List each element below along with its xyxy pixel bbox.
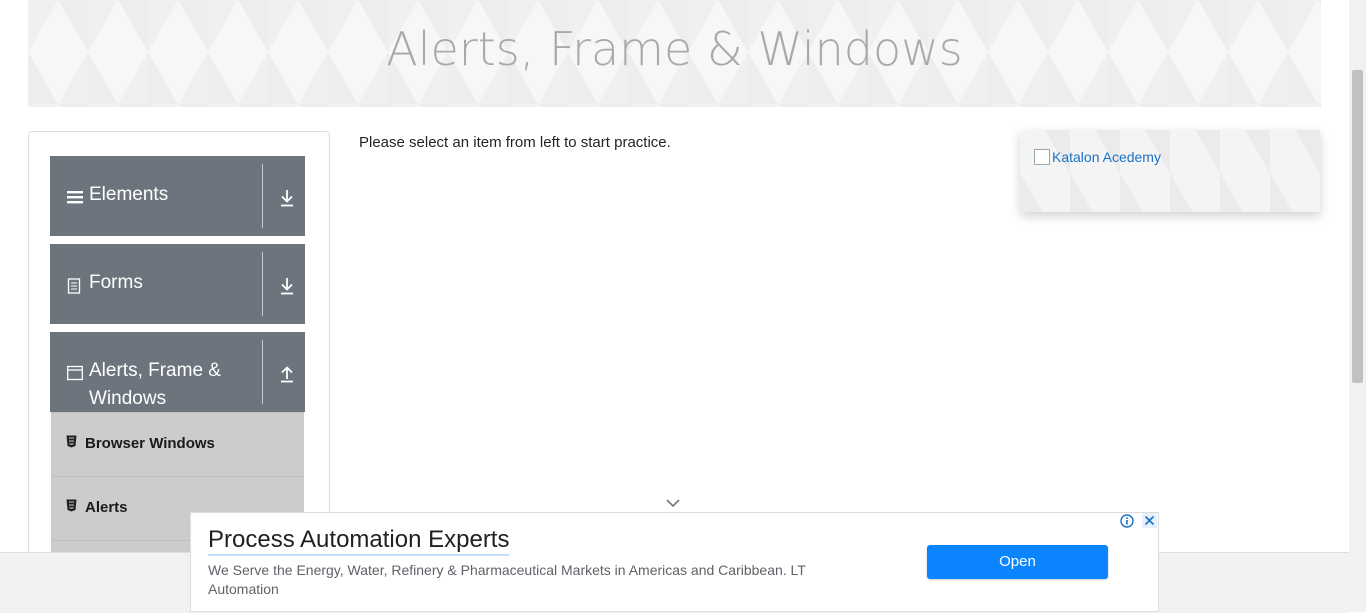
- scrollbar-thumb[interactable]: [1352, 70, 1363, 383]
- upload-arrow-icon[interactable]: [278, 364, 296, 384]
- sidebar-group-label: Alerts, Frame & Windows: [89, 360, 221, 409]
- page-scrollbar[interactable]: [1349, 0, 1366, 612]
- divider: [262, 164, 263, 228]
- left-panel: Elements Forms Alerts, Frame & Windows B…: [28, 131, 330, 573]
- divider: [262, 340, 263, 404]
- html5-icon: [66, 499, 77, 512]
- practice-instruction: Please select an item from left to start…: [359, 134, 671, 151]
- page-title: Alerts, Frame & Windows: [386, 22, 963, 76]
- chevron-down-icon[interactable]: [666, 498, 680, 508]
- html5-icon: [66, 435, 77, 448]
- window-icon: [67, 365, 83, 381]
- page-header-banner: Alerts, Frame & Windows: [28, 0, 1321, 107]
- close-icon[interactable]: [1142, 513, 1157, 528]
- download-arrow-icon[interactable]: [278, 276, 296, 296]
- hamburger-icon: [67, 191, 83, 204]
- sidebar-group-label: Elements: [89, 184, 169, 205]
- ad-alt-text: Katalon Acedemy: [1052, 149, 1161, 165]
- sidebar-group-alerts-frame-windows[interactable]: Alerts, Frame & Windows: [50, 332, 305, 412]
- divider: [262, 252, 263, 316]
- sidebar-group-forms[interactable]: Forms: [50, 244, 305, 324]
- download-arrow-icon[interactable]: [278, 188, 296, 208]
- document-icon: [67, 278, 81, 294]
- side-ad-box[interactable]: Katalon Acedemy: [1020, 130, 1320, 212]
- sidebar-item-label: Alerts: [85, 499, 128, 516]
- broken-image-icon: [1034, 149, 1050, 165]
- ad-title[interactable]: Process Automation Experts: [208, 526, 510, 556]
- info-icon[interactable]: [1120, 514, 1134, 528]
- sidebar-item-browser-windows[interactable]: Browser Windows: [51, 412, 304, 476]
- sidebar-group-label: Forms: [89, 272, 143, 293]
- sidebar-item-label: Browser Windows: [85, 435, 215, 452]
- ad-banner[interactable]: Process Automation Experts We Serve the …: [190, 512, 1159, 612]
- sidebar-group-elements[interactable]: Elements: [50, 156, 305, 236]
- ad-open-button[interactable]: Open: [927, 545, 1108, 579]
- katalon-ad-link[interactable]: Katalon Acedemy: [1034, 149, 1161, 165]
- ad-description: We Serve the Energy, Water, Refinery & P…: [208, 562, 806, 597]
